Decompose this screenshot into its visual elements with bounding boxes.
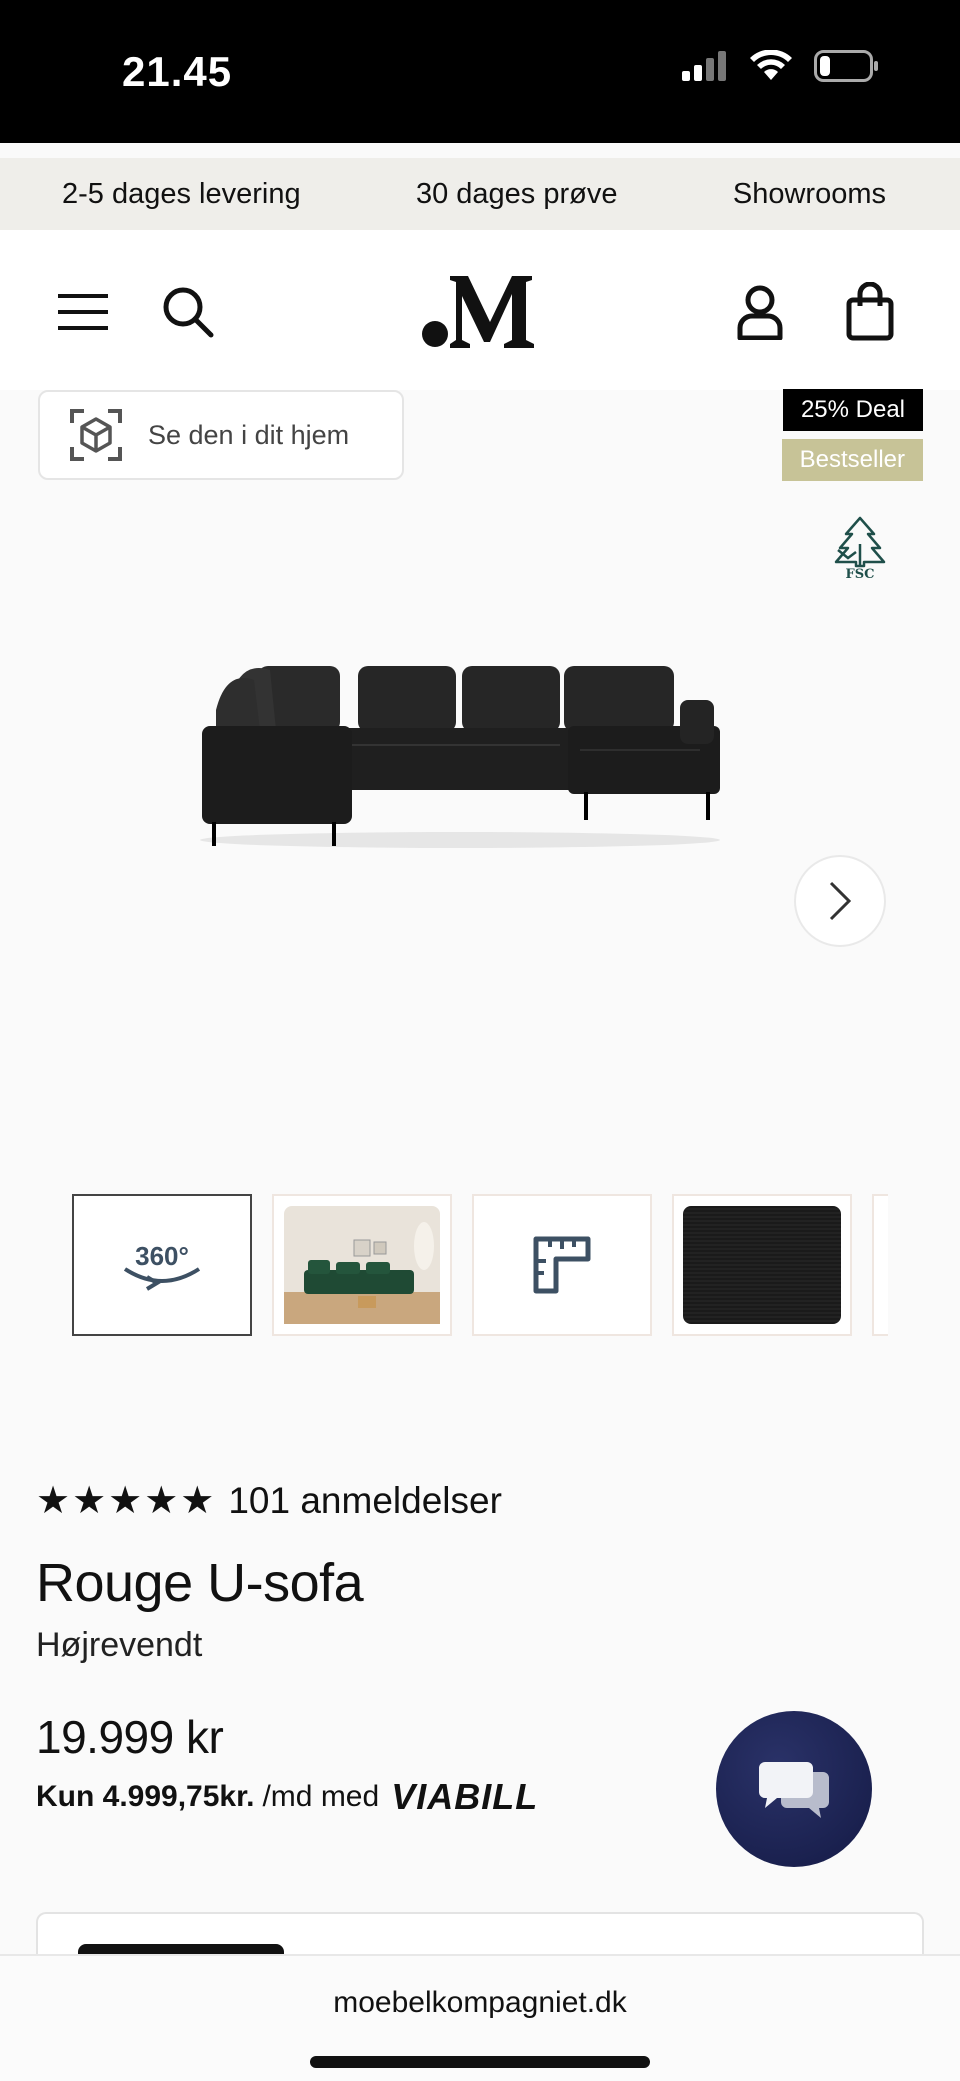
view-in-your-home-button[interactable]: Se den i dit hjem bbox=[38, 390, 404, 480]
financing-amount: Kun 4.999,75kr. bbox=[36, 1780, 255, 1813]
rating-stars: ★★★★★ bbox=[36, 1480, 217, 1522]
rotate-360-icon: 360° bbox=[123, 1241, 201, 1291]
promo-trial[interactable]: 30 dages prøve bbox=[416, 178, 618, 211]
review-count[interactable]: 101 anmeldelser bbox=[228, 1480, 502, 1522]
deal-badge: 25% Deal bbox=[782, 389, 923, 431]
thumbnail-360[interactable]: 360° bbox=[72, 1194, 252, 1336]
financing-suffix: /md med bbox=[262, 1780, 380, 1813]
thumbnail-more[interactable] bbox=[872, 1194, 888, 1336]
promo-delivery[interactable]: 2-5 dages levering bbox=[62, 178, 301, 211]
thumbnail-360-label: 360° bbox=[135, 1241, 189, 1271]
product-price: 19.999 kr bbox=[36, 1711, 224, 1763]
account-icon[interactable] bbox=[736, 284, 784, 340]
logo[interactable] bbox=[420, 270, 540, 350]
product-variant: Højrevendt bbox=[36, 1626, 203, 1664]
site-header bbox=[0, 230, 960, 390]
wifi-icon bbox=[750, 50, 792, 80]
url-text[interactable]: moebelkompagniet.dk bbox=[0, 1986, 960, 2020]
product-image-sofa[interactable] bbox=[180, 650, 740, 850]
thumbnail-room-photo[interactable] bbox=[272, 1194, 452, 1336]
promo-showrooms[interactable]: Showrooms bbox=[733, 178, 886, 211]
bestseller-badge: Bestseller bbox=[781, 439, 923, 481]
promo-bar: 2-5 dages levering 30 dages prøve Showro… bbox=[0, 158, 960, 230]
battery-icon bbox=[814, 50, 878, 82]
status-time: 21.45 bbox=[122, 48, 233, 95]
status-icons bbox=[682, 50, 880, 82]
home-indicator[interactable] bbox=[310, 2056, 650, 2068]
financing-info: Kun 4.999,75kr. /md med VIABILL bbox=[36, 1776, 538, 1818]
search-icon[interactable] bbox=[162, 286, 214, 338]
gallery-next-button[interactable] bbox=[794, 855, 886, 947]
menu-icon[interactable] bbox=[58, 292, 108, 332]
room-photo-image bbox=[284, 1206, 440, 1324]
ruler-icon bbox=[533, 1236, 591, 1294]
fsc-logo: FSC bbox=[832, 514, 888, 582]
thumbnail-fabric-swatch[interactable] bbox=[672, 1194, 852, 1336]
ar-button-label: Se den i dit hjem bbox=[148, 419, 350, 450]
cellular-signal-icon bbox=[682, 51, 726, 81]
chat-button[interactable] bbox=[716, 1711, 872, 1867]
product-title: Rouge U-sofa bbox=[36, 1553, 364, 1613]
fsc-text: FSC bbox=[846, 567, 875, 580]
thumbnail-dimensions[interactable] bbox=[472, 1194, 652, 1336]
chat-bubbles-icon bbox=[759, 1762, 829, 1818]
fabric-swatch-image bbox=[683, 1206, 841, 1324]
chevron-right-icon bbox=[829, 881, 852, 921]
shopping-bag-icon[interactable] bbox=[846, 282, 894, 342]
ar-cube-icon bbox=[70, 409, 122, 461]
product-rating[interactable]: ★★★★★ 101 anmeldelser bbox=[36, 1478, 502, 1523]
browser-url-bar: moebelkompagniet.dk bbox=[0, 1954, 960, 2081]
viabill-logo: VIABILL bbox=[391, 1776, 539, 1817]
gallery-thumbnails: 360° bbox=[72, 1194, 888, 1336]
status-bar: 21.45 bbox=[0, 0, 960, 143]
